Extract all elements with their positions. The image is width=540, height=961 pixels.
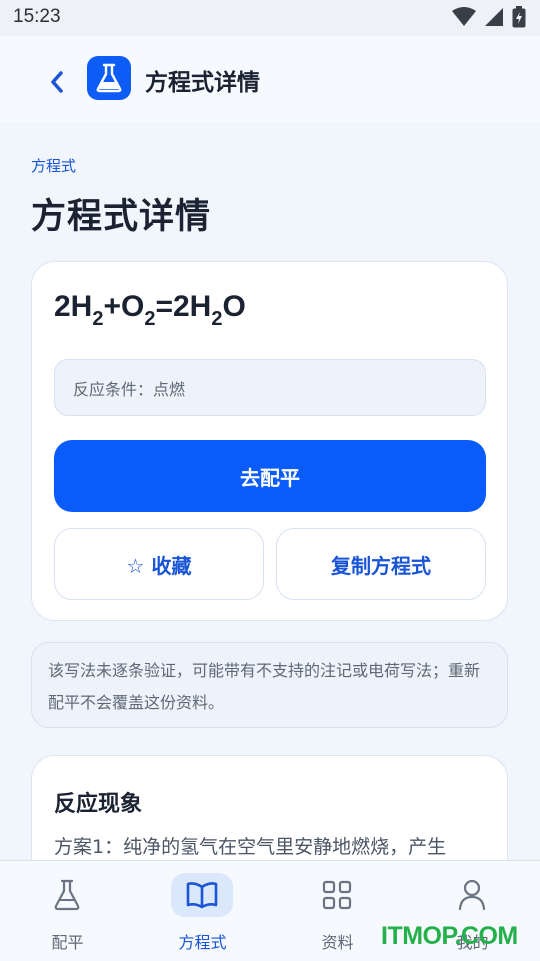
user-icon xyxy=(458,879,486,911)
equation-part: +O xyxy=(103,290,145,323)
flask-icon xyxy=(54,879,80,911)
nav-item-balance[interactable]: 配平 xyxy=(0,861,135,961)
equation-subscript: 2 xyxy=(144,308,156,330)
grid-icon xyxy=(322,880,352,910)
status-icons xyxy=(452,6,526,28)
nav-label: 方程式 xyxy=(178,933,227,952)
equation-part: 2H xyxy=(54,290,93,323)
back-button[interactable] xyxy=(40,62,74,102)
balance-button[interactable]: 去配平 xyxy=(54,440,486,512)
app-logo xyxy=(87,56,131,100)
section-title: 反应现象 xyxy=(54,792,143,817)
equation-card: 2H2+O2=2H2O 反应条件：点燃 去配平 ☆ 收藏 复制方程式 xyxy=(31,261,508,621)
watermark-logo: ITMOP.COM xyxy=(381,922,518,950)
flask-icon xyxy=(96,63,122,93)
app-bar: 方程式详情 xyxy=(0,36,540,122)
app-bar-title: 方程式详情 xyxy=(145,70,260,96)
equation-part: =2H xyxy=(155,290,212,323)
reaction-conditions: 反应条件：点燃 xyxy=(54,359,486,416)
battery-icon xyxy=(512,6,526,28)
favorite-button[interactable]: ☆ 收藏 xyxy=(54,528,264,600)
equation-subscript: 2 xyxy=(92,308,104,330)
signal-icon xyxy=(485,8,503,26)
equation-part: O xyxy=(222,290,246,323)
page-title: 方程式详情 xyxy=(31,197,212,237)
status-time: 15:23 xyxy=(13,6,61,27)
book-icon xyxy=(186,882,218,909)
copy-equation-button[interactable]: 复制方程式 xyxy=(276,528,486,600)
notice-box: 该写法未逐条验证，可能带有不支持的注记或电荷写法；重新配平不会覆盖这份资料。 xyxy=(31,642,508,728)
equation-text: 2H2+O2=2H2O xyxy=(54,290,246,329)
nav-label: 配平 xyxy=(51,933,84,952)
nav-item-equations[interactable]: 方程式 xyxy=(135,861,270,961)
equation-subscript: 2 xyxy=(211,308,223,330)
status-bar: 15:23 xyxy=(0,0,540,36)
wifi-icon xyxy=(452,7,476,26)
chevron-left-icon xyxy=(51,71,63,93)
section-text: 方案1：纯净的氢气在空气里安静地燃烧，产生 xyxy=(54,836,447,858)
breadcrumb[interactable]: 方程式 xyxy=(31,155,76,176)
